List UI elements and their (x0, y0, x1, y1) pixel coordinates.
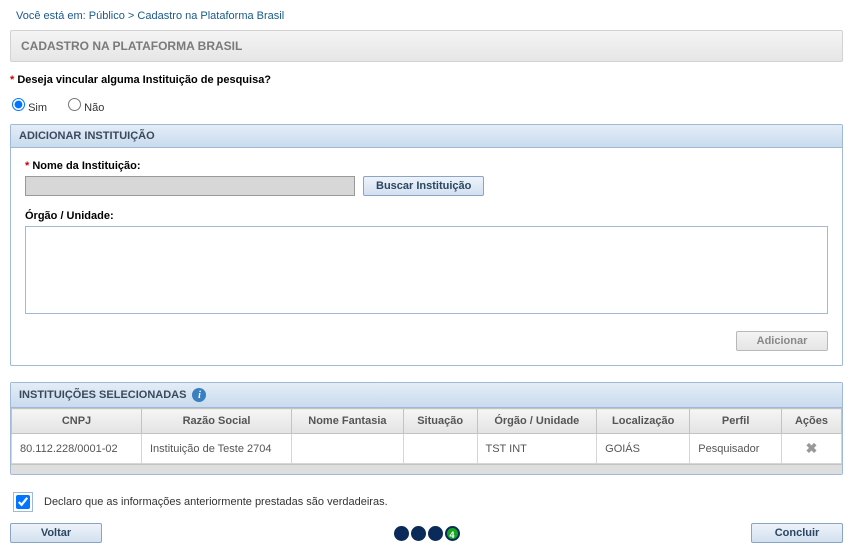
col-situacao: Situação (403, 409, 477, 434)
cell-fantasia (292, 434, 404, 464)
info-icon[interactable]: i (192, 388, 206, 402)
buscar-instituicao-button[interactable]: Buscar Instituição (363, 176, 484, 196)
panel-add-header: ADICIONAR INSTITUIÇÃO (11, 125, 842, 148)
breadcrumb-link-publico[interactable]: Público (89, 10, 125, 22)
adicionar-button[interactable]: Adicionar (736, 331, 828, 351)
cell-cnpj: 80.112.228/0001-02 (12, 434, 142, 464)
step-indicator: 4 (394, 526, 460, 541)
orgao-unidade-label: Órgão / Unidade: (25, 210, 828, 222)
step-4-icon[interactable]: 4 (445, 526, 460, 541)
col-local: Localização (597, 409, 690, 434)
voltar-button[interactable]: Voltar (10, 523, 102, 543)
panel-sel-header: INSTITUIÇÕES SELECIONADAS i (11, 383, 842, 408)
step-1-icon[interactable] (394, 526, 409, 541)
cell-razao: Instituição de Teste 2704 (142, 434, 292, 464)
cell-situacao (403, 434, 477, 464)
cell-local: GOIÁS (597, 434, 690, 464)
cell-orgao: TST INT (477, 434, 597, 464)
radio-sim[interactable] (12, 98, 25, 111)
panel-instituicoes-selecionadas: INSTITUIÇÕES SELECIONADAS i CNPJ Razão S… (10, 382, 843, 475)
instituicoes-table: CNPJ Razão Social Nome Fantasia Situação… (11, 408, 842, 464)
panel-adicionar-instituicao: ADICIONAR INSTITUIÇÃO * Nome da Institui… (10, 124, 843, 366)
step-2-icon[interactable] (411, 526, 426, 541)
col-cnpj: CNPJ (12, 409, 142, 434)
col-orgao: Órgão / Unidade (477, 409, 597, 434)
nome-instituicao-label: * Nome da Instituição: (25, 160, 828, 172)
concluir-button[interactable]: Concluir (751, 523, 843, 543)
declaration-row: Declaro que as informações anteriormente… (10, 491, 843, 523)
orgao-unidade-textarea[interactable] (25, 226, 828, 314)
col-acoes: Ações (782, 409, 842, 434)
page-title: CADASTRO NA PLATAFORMA BRASIL (10, 30, 843, 62)
radio-nao-label[interactable]: Não (68, 102, 104, 114)
nome-instituicao-input (25, 176, 355, 196)
cell-acoes: ✖ (782, 434, 842, 464)
vinculo-question: * Deseja vincular alguma Instituição de … (10, 74, 843, 86)
table-row: 80.112.228/0001-02 Instituição de Teste … (12, 434, 842, 464)
horizontal-scrollbar[interactable] (11, 464, 842, 474)
step-3-icon[interactable] (428, 526, 443, 541)
declaration-text: Declaro que as informações anteriormente… (44, 496, 388, 508)
col-fantasia: Nome Fantasia (292, 409, 404, 434)
col-perfil: Perfil (690, 409, 782, 434)
breadcrumb-prefix: Você está em: (16, 10, 86, 22)
radio-sim-label[interactable]: Sim (12, 102, 50, 114)
footer: Voltar 4 Concluir (10, 523, 843, 543)
table-header-row: CNPJ Razão Social Nome Fantasia Situação… (12, 409, 842, 434)
breadcrumb-sep: > (128, 10, 134, 22)
cell-perfil: Pesquisador (690, 434, 782, 464)
radio-group-vinculo: Sim Não (10, 92, 843, 124)
col-razao: Razão Social (142, 409, 292, 434)
breadcrumb-link-cadastro[interactable]: Cadastro na Plataforma Brasil (137, 10, 284, 22)
delete-icon[interactable]: ✖ (806, 440, 818, 456)
breadcrumb: Você está em: Público > Cadastro na Plat… (10, 6, 843, 30)
radio-nao[interactable] (68, 98, 81, 111)
declaration-checkbox[interactable] (16, 495, 30, 509)
